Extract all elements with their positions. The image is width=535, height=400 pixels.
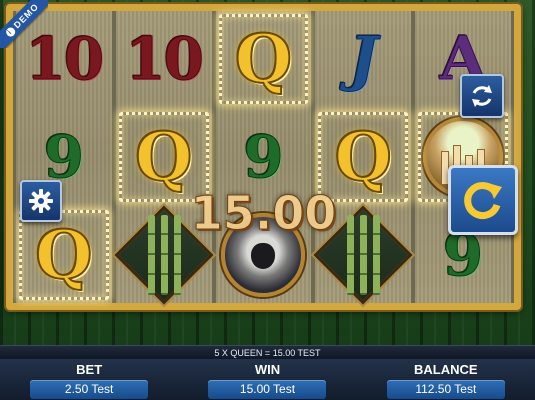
reel-3: Q9 — [215, 11, 312, 303]
reel-cell: Q — [116, 109, 212, 205]
reel-cell: Q — [315, 109, 411, 205]
spin-arrow-icon — [464, 182, 502, 220]
reel-cell: J — [315, 11, 411, 107]
reel-cell: Q — [216, 11, 312, 107]
symbol-nine: 9 — [43, 123, 85, 191]
reel-area: 10 9 Q 10 Q Q 9 J Q A 9 — [13, 11, 514, 305]
settings-button[interactable] — [20, 180, 62, 222]
demo-label: DEMO — [11, 1, 41, 31]
bet-section: BET 2.50 Test — [0, 359, 178, 400]
refresh-icon — [472, 85, 492, 107]
autoplay-button[interactable] — [460, 74, 504, 118]
reel-frame: 10 9 Q 10 Q Q 9 J Q A 9 15.00 — [6, 4, 521, 310]
bet-label: BET — [76, 362, 103, 377]
reel-cell: 10 — [116, 11, 212, 107]
win-highlight — [118, 112, 209, 202]
symbol-bamboo — [114, 205, 214, 305]
demo-ribbon: i DEMO — [0, 0, 48, 48]
symbol-nine: 9 — [243, 123, 284, 191]
balance-section: BALANCE 112.50 Test — [357, 359, 535, 400]
gear-icon — [29, 189, 53, 213]
win-highlight — [19, 210, 109, 300]
reel-1: 10 9 Q — [16, 11, 112, 303]
reel-cell — [313, 205, 413, 305]
symbol-jack: J — [349, 24, 378, 94]
reel-cell — [216, 207, 312, 303]
win-label: WIN — [254, 362, 281, 377]
balance-label: BALANCE — [414, 362, 478, 377]
info-icon: i — [3, 25, 17, 39]
symbol-monkey — [221, 213, 306, 297]
reel-2: 10 Q — [114, 11, 214, 305]
win-value: 15.00 Test — [208, 380, 327, 399]
win-highlight — [218, 14, 309, 104]
reel-cell — [114, 205, 214, 305]
spin-button[interactable] — [448, 165, 518, 235]
win-status-message: 5 X QUEEN = 15.00 TEST — [0, 345, 535, 359]
reel-cell: 9 — [216, 109, 312, 205]
demo-badge: i DEMO — [0, 0, 48, 48]
reel-4: JQ — [313, 11, 413, 305]
footer-panel: BET 2.50 Test WIN 15.00 Test BALANCE 112… — [0, 359, 535, 400]
symbol-bamboo — [313, 205, 413, 305]
win-highlight — [318, 112, 409, 202]
balance-value: 112.50 Test — [386, 380, 505, 399]
bet-value[interactable]: 2.50 Test — [30, 380, 149, 399]
symbol-ten: 10 — [125, 25, 205, 93]
reel-5: A9 — [415, 11, 511, 303]
win-section: WIN 15.00 Test — [178, 359, 356, 400]
